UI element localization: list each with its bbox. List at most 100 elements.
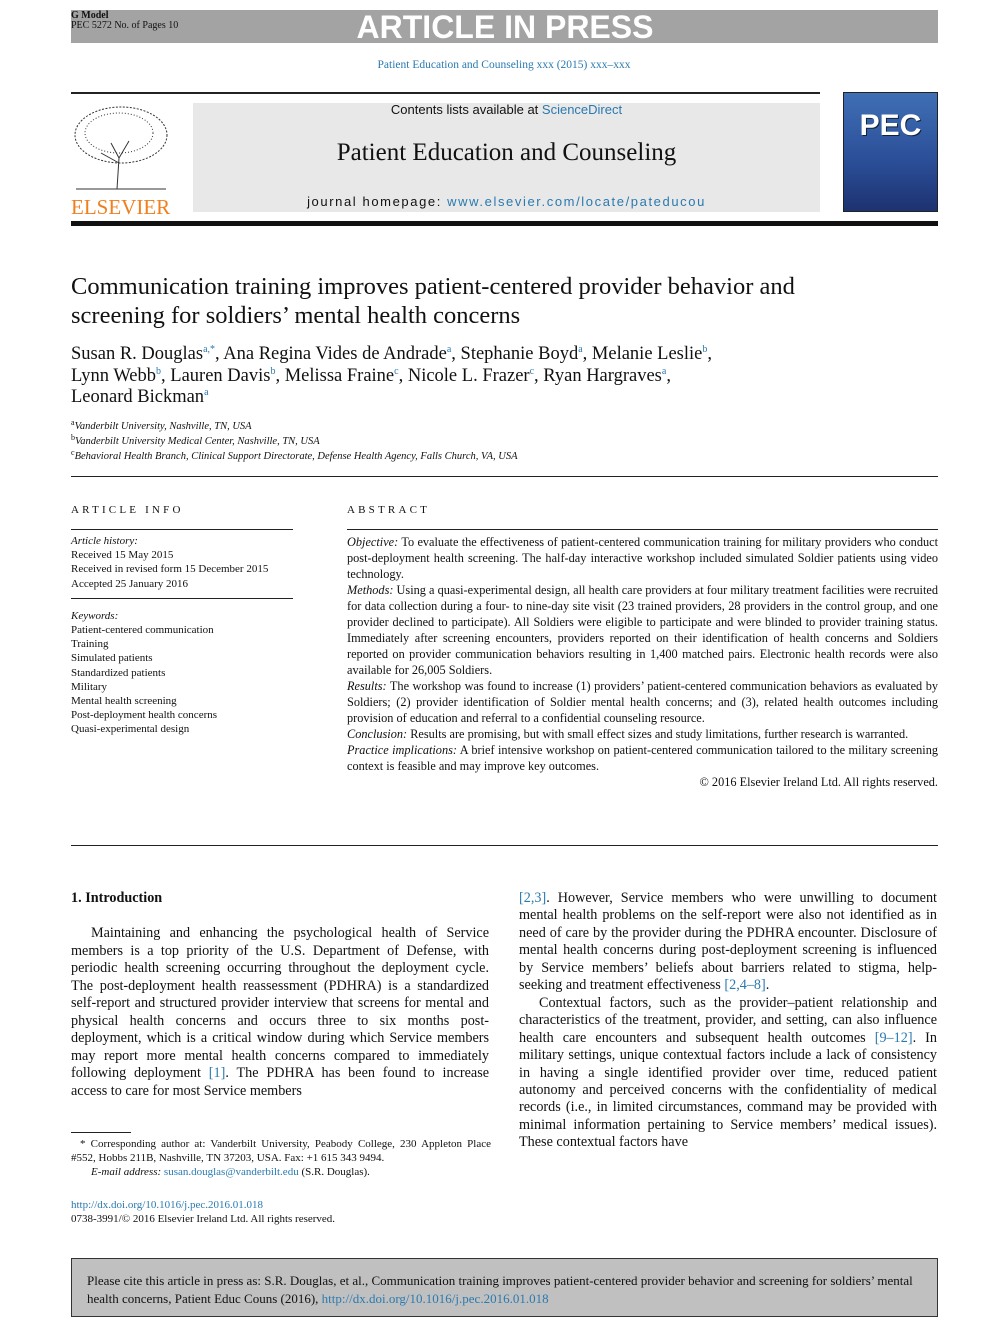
history-label: Article history: [71,535,138,547]
divider [71,597,293,599]
homepage-link[interactable]: www.elsevier.com/locate/pateducou [447,194,706,209]
abstract-sections: Objective: To evaluate the effectiveness… [347,534,938,774]
author-affiliation-mark[interactable]: b [270,366,275,377]
email-link[interactable]: susan.douglas@vanderbilt.edu [164,1166,299,1178]
email-label: E-mail address: [91,1166,162,1179]
affiliations: aVanderbilt University, Nashville, TN, U… [71,419,518,464]
author-affiliation-mark[interactable]: a,* [203,344,215,355]
author-name: Susan R. Douglas [71,344,204,364]
author-affiliation-mark[interactable]: a [204,387,208,398]
article-info: Article history: Received 15 May 2015 Rec… [71,534,293,737]
elsevier-wordmark: ELSEVIER [71,195,171,219]
keyword: Quasi-experimental design [71,723,190,736]
contents-prefix: Contents lists available at [390,102,542,117]
homepage-label: journal homepage: [307,194,448,209]
abstract-label: Practice implications: [347,743,457,757]
abstract-label: Objective: [347,535,399,549]
abstract-section: Conclusion: Results are promising, but w… [347,726,938,742]
issn: 0738-3991/© 2016 Elsevier Ireland Ltd. A… [71,1213,336,1226]
author-name: Ryan Hargraves [543,365,662,386]
abstract-label: Results: [347,679,387,693]
author-affiliation-mark[interactable]: a [578,344,582,355]
history-item: Received 15 May 2015 [71,549,174,562]
cover-logo: PEC [859,109,922,142]
text: . In military settings, unique contextua… [519,1029,937,1151]
email-line: E-mail address: susan.douglas@vanderbilt… [71,1165,491,1179]
elsevier-logo: ELSEVIER [71,103,170,218]
footnote: * Corresponding author at: Vanderbilt Un… [71,1137,491,1180]
author-name: Lynn Webb [71,365,157,386]
abstract-section: Methods: Using a quasi-experimental desi… [347,582,938,678]
abstract-text: The workshop was found to increase (1) p… [347,679,938,725]
contents-line: Contents lists available at ScienceDirec… [193,102,820,117]
sciencedirect-link[interactable]: ScienceDirect [542,102,622,117]
author-affiliation-mark[interactable]: c [394,366,398,377]
divider [71,845,938,846]
paragraph: Maintaining and enhancing the psychologi… [71,925,489,1100]
footnote-text: * Corresponding author at: Vanderbilt Un… [71,1137,491,1165]
keyword: Mental health screening [71,695,177,708]
author-affiliation-mark[interactable]: b [156,366,161,377]
keywords-list: Patient-centered communication Training Si… [71,623,293,737]
keyword: Simulated patients [71,652,153,665]
citation-link[interactable]: [9–12] [875,1030,913,1046]
author-affiliation-mark[interactable]: a [447,344,451,355]
article-title: Communication training improves patient-… [71,273,795,329]
author-affiliation-mark[interactable]: b [702,344,707,355]
journal-title: Patient Education and Counseling [336,139,677,166]
abstract-label: Conclusion: [347,727,408,741]
divider [347,529,938,530]
citation-box: Please cite this article in press as: S.… [71,1258,938,1317]
author-name: Melanie Leslie [591,344,703,364]
affiliation-text: Vanderbilt University, Nashville, TN, US… [74,421,252,432]
section-heading: 1. Introduction [71,890,163,906]
history-list: Received 15 May 2015 Received in revised … [71,548,293,591]
author-name: Leonard Bickman [71,387,205,407]
abstract-text: Results are promising, but with small ef… [407,727,909,741]
cite-doi-link[interactable]: http://dx.doi.org/10.1016/j.pec.2016.01.… [322,1291,549,1306]
abstract-heading: ABSTRACT [347,504,431,516]
author-affiliation-mark[interactable]: a [662,366,666,377]
doi-block: http://dx.doi.org/10.1016/j.pec.2016.01.… [71,1198,335,1226]
keyword: Post-deployment health concerns [71,709,218,722]
author-name: Nicole L. Frazer [407,365,530,386]
keyword: Training [71,638,109,651]
abstract-text: To evaluate the effectiveness of patient… [347,535,938,581]
abstract-text: Using a quasi-experimental design, all h… [347,583,938,677]
divider [71,529,293,530]
text: . [765,977,770,994]
affiliation: bVanderbilt University Medical Center, N… [71,434,518,449]
keywords-label: Keywords: [71,609,119,622]
affiliation-text: Vanderbilt University Medical Center, Na… [75,436,320,447]
abstract-section: Objective: To evaluate the effectiveness… [347,534,938,582]
doi-link[interactable]: http://dx.doi.org/10.1016/j.pec.2016.01.… [71,1199,263,1211]
divider [71,221,938,226]
text: Maintaining and enhancing the psychologi… [71,925,489,1082]
history-item: Received in revised form 15 December 201… [71,563,269,576]
citation-link[interactable]: [2,3] [519,890,546,906]
journal-cover: PEC [843,92,938,212]
paragraph: [2,3]. However, Service members who were… [519,890,937,995]
affiliation-text: Behavioral Health Branch, Clinical Suppo… [74,451,518,462]
body-right-column: [2,3]. However, Service members who were… [519,890,937,1152]
abstract: Objective: To evaluate the effectiveness… [347,534,938,790]
journal-homepage: journal homepage: www.elsevier.com/locat… [193,194,820,209]
abstract-section: Practice implications: A brief intensive… [347,742,938,774]
citation-link[interactable]: [2,4–8] [724,977,765,993]
author-affiliation-mark[interactable]: c [530,366,534,377]
journal-reference: Patient Education and Counseling xxx (20… [377,59,631,71]
author-name: Melissa Fraine [284,365,395,386]
author-name: Ana Regina Vides de Andrade [223,344,447,364]
article-info-heading: ARTICLE INFO [71,504,184,516]
keyword: Military [71,680,108,693]
corresponding-author: Corresponding author at: Vanderbilt Univ… [71,1138,491,1165]
author-name: Stephanie Boyd [460,344,579,364]
body-left-column: 1. Introduction Maintaining and enhancin… [71,890,489,1100]
abstract-section: Results: The workshop was found to incre… [347,678,938,726]
footnote-divider [71,1132,131,1133]
author-name: Lauren Davis [170,365,271,386]
author-list: Susan R. Douglasa,*, Ana Regina Vides de… [71,344,712,407]
citation-link[interactable]: [1] [209,1065,226,1081]
abstract-label: Methods: [347,583,394,597]
divider [71,476,938,477]
